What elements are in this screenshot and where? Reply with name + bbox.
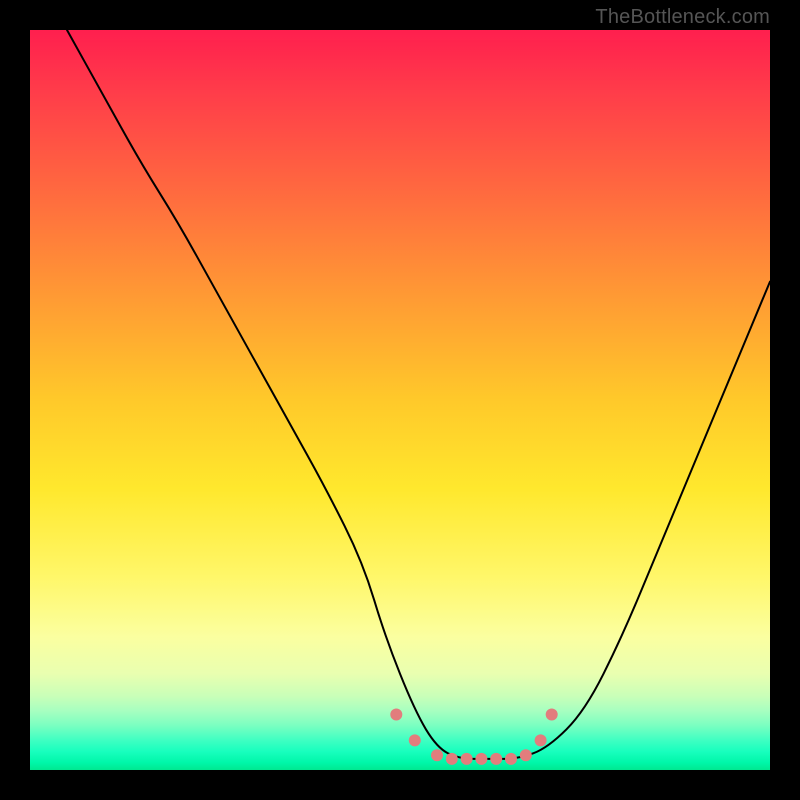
plot-area [30, 30, 770, 770]
bottleneck-curve-path [67, 30, 770, 759]
marker-dot [390, 709, 402, 721]
marker-dot [461, 753, 473, 765]
marker-dot [431, 749, 443, 761]
marker-layer [390, 709, 557, 765]
marker-dot [546, 709, 558, 721]
chart-svg [30, 30, 770, 770]
curve-layer [67, 30, 770, 759]
marker-dot [446, 753, 458, 765]
marker-dot [505, 753, 517, 765]
marker-dot [409, 734, 421, 746]
marker-dot [490, 753, 502, 765]
chart-frame: TheBottleneck.com [0, 0, 800, 800]
watermark-text: TheBottleneck.com [595, 6, 770, 29]
marker-dot [520, 749, 532, 761]
marker-dot [535, 734, 547, 746]
marker-dot [475, 753, 487, 765]
